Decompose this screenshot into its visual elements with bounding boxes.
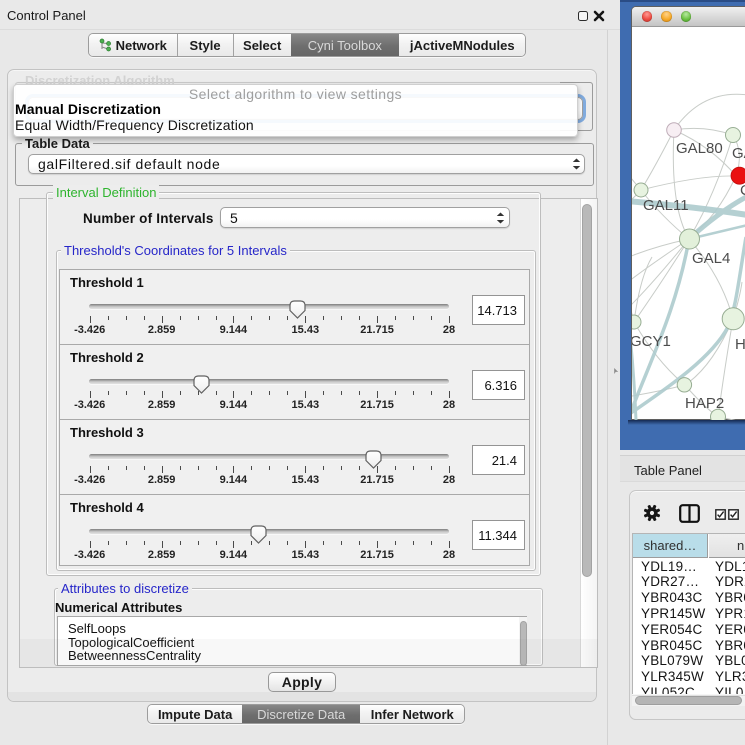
svg-text:GAL4: GAL4 xyxy=(692,250,730,267)
svg-text:H: H xyxy=(735,336,745,353)
svg-text:GAL80: GAL80 xyxy=(676,140,723,157)
svg-text:HAP2: HAP2 xyxy=(685,395,724,412)
svg-text:C: C xyxy=(740,182,745,199)
svg-text:GCY1: GCY1 xyxy=(632,333,671,350)
svg-text:GAL11: GAL11 xyxy=(643,197,689,214)
svg-text:GA: GA xyxy=(732,145,745,162)
